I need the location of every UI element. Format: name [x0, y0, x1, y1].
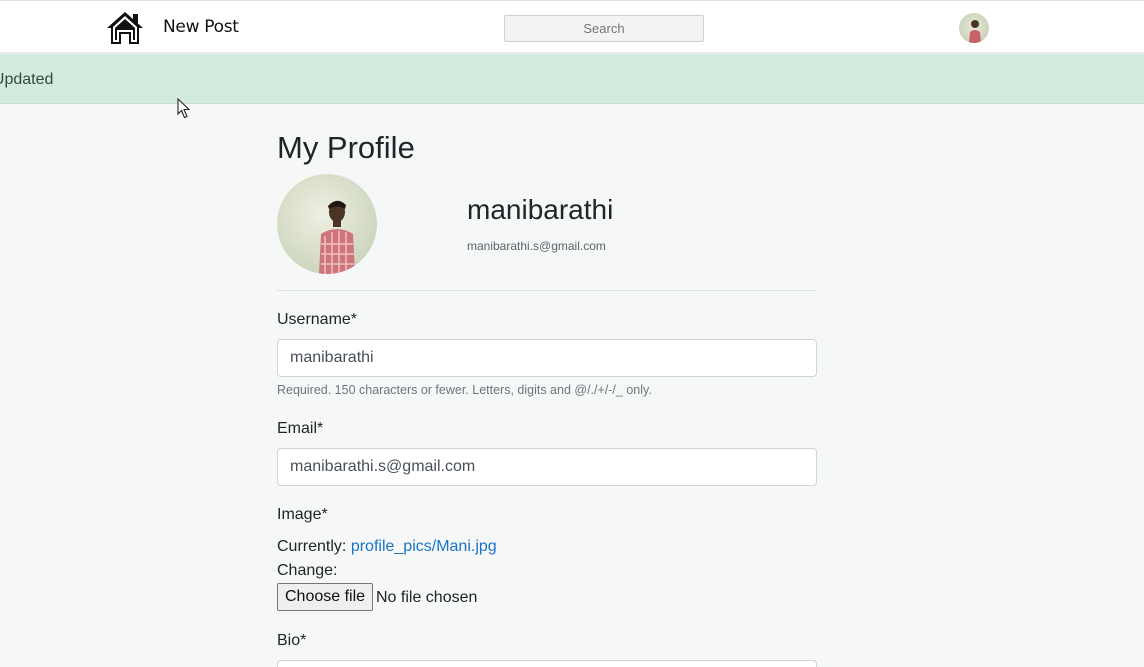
- search-input[interactable]: [504, 15, 704, 42]
- user-avatar-menu[interactable]: [959, 13, 989, 43]
- email-field[interactable]: [277, 448, 817, 486]
- profile-email: manibarathi.s@gmail.com: [467, 239, 606, 253]
- success-alert: fully Updated: [0, 54, 1144, 104]
- bio-label: Bio*: [277, 632, 307, 649]
- cursor-pointer-icon: [177, 98, 191, 119]
- home-icon[interactable]: [106, 11, 144, 45]
- change-label: Change:: [277, 562, 338, 579]
- current-image-row: Currently: profile_pics/Mani.jpg: [277, 538, 497, 556]
- username-label: Username*: [277, 311, 358, 328]
- username-field[interactable]: [277, 339, 817, 377]
- image-label: Image*: [277, 506, 328, 523]
- email-label: Email*: [277, 420, 324, 437]
- new-post-link[interactable]: New Post: [163, 17, 239, 37]
- currently-label: Currently:: [277, 538, 347, 555]
- top-navbar: New Post: [0, 0, 1144, 53]
- page-title: My Profile: [277, 130, 415, 165]
- alert-message: fully Updated: [0, 71, 54, 88]
- divider: [277, 290, 817, 291]
- profile-username: manibarathi: [467, 194, 614, 225]
- username-help-text: Required. 150 characters or fewer. Lette…: [277, 383, 652, 397]
- no-file-chosen-text: No file chosen: [376, 589, 478, 606]
- bio-field[interactable]: [277, 660, 817, 667]
- current-image-link[interactable]: profile_pics/Mani.jpg: [351, 538, 497, 555]
- profile-avatar: [277, 174, 377, 274]
- choose-file-button[interactable]: Choose file: [277, 583, 374, 611]
